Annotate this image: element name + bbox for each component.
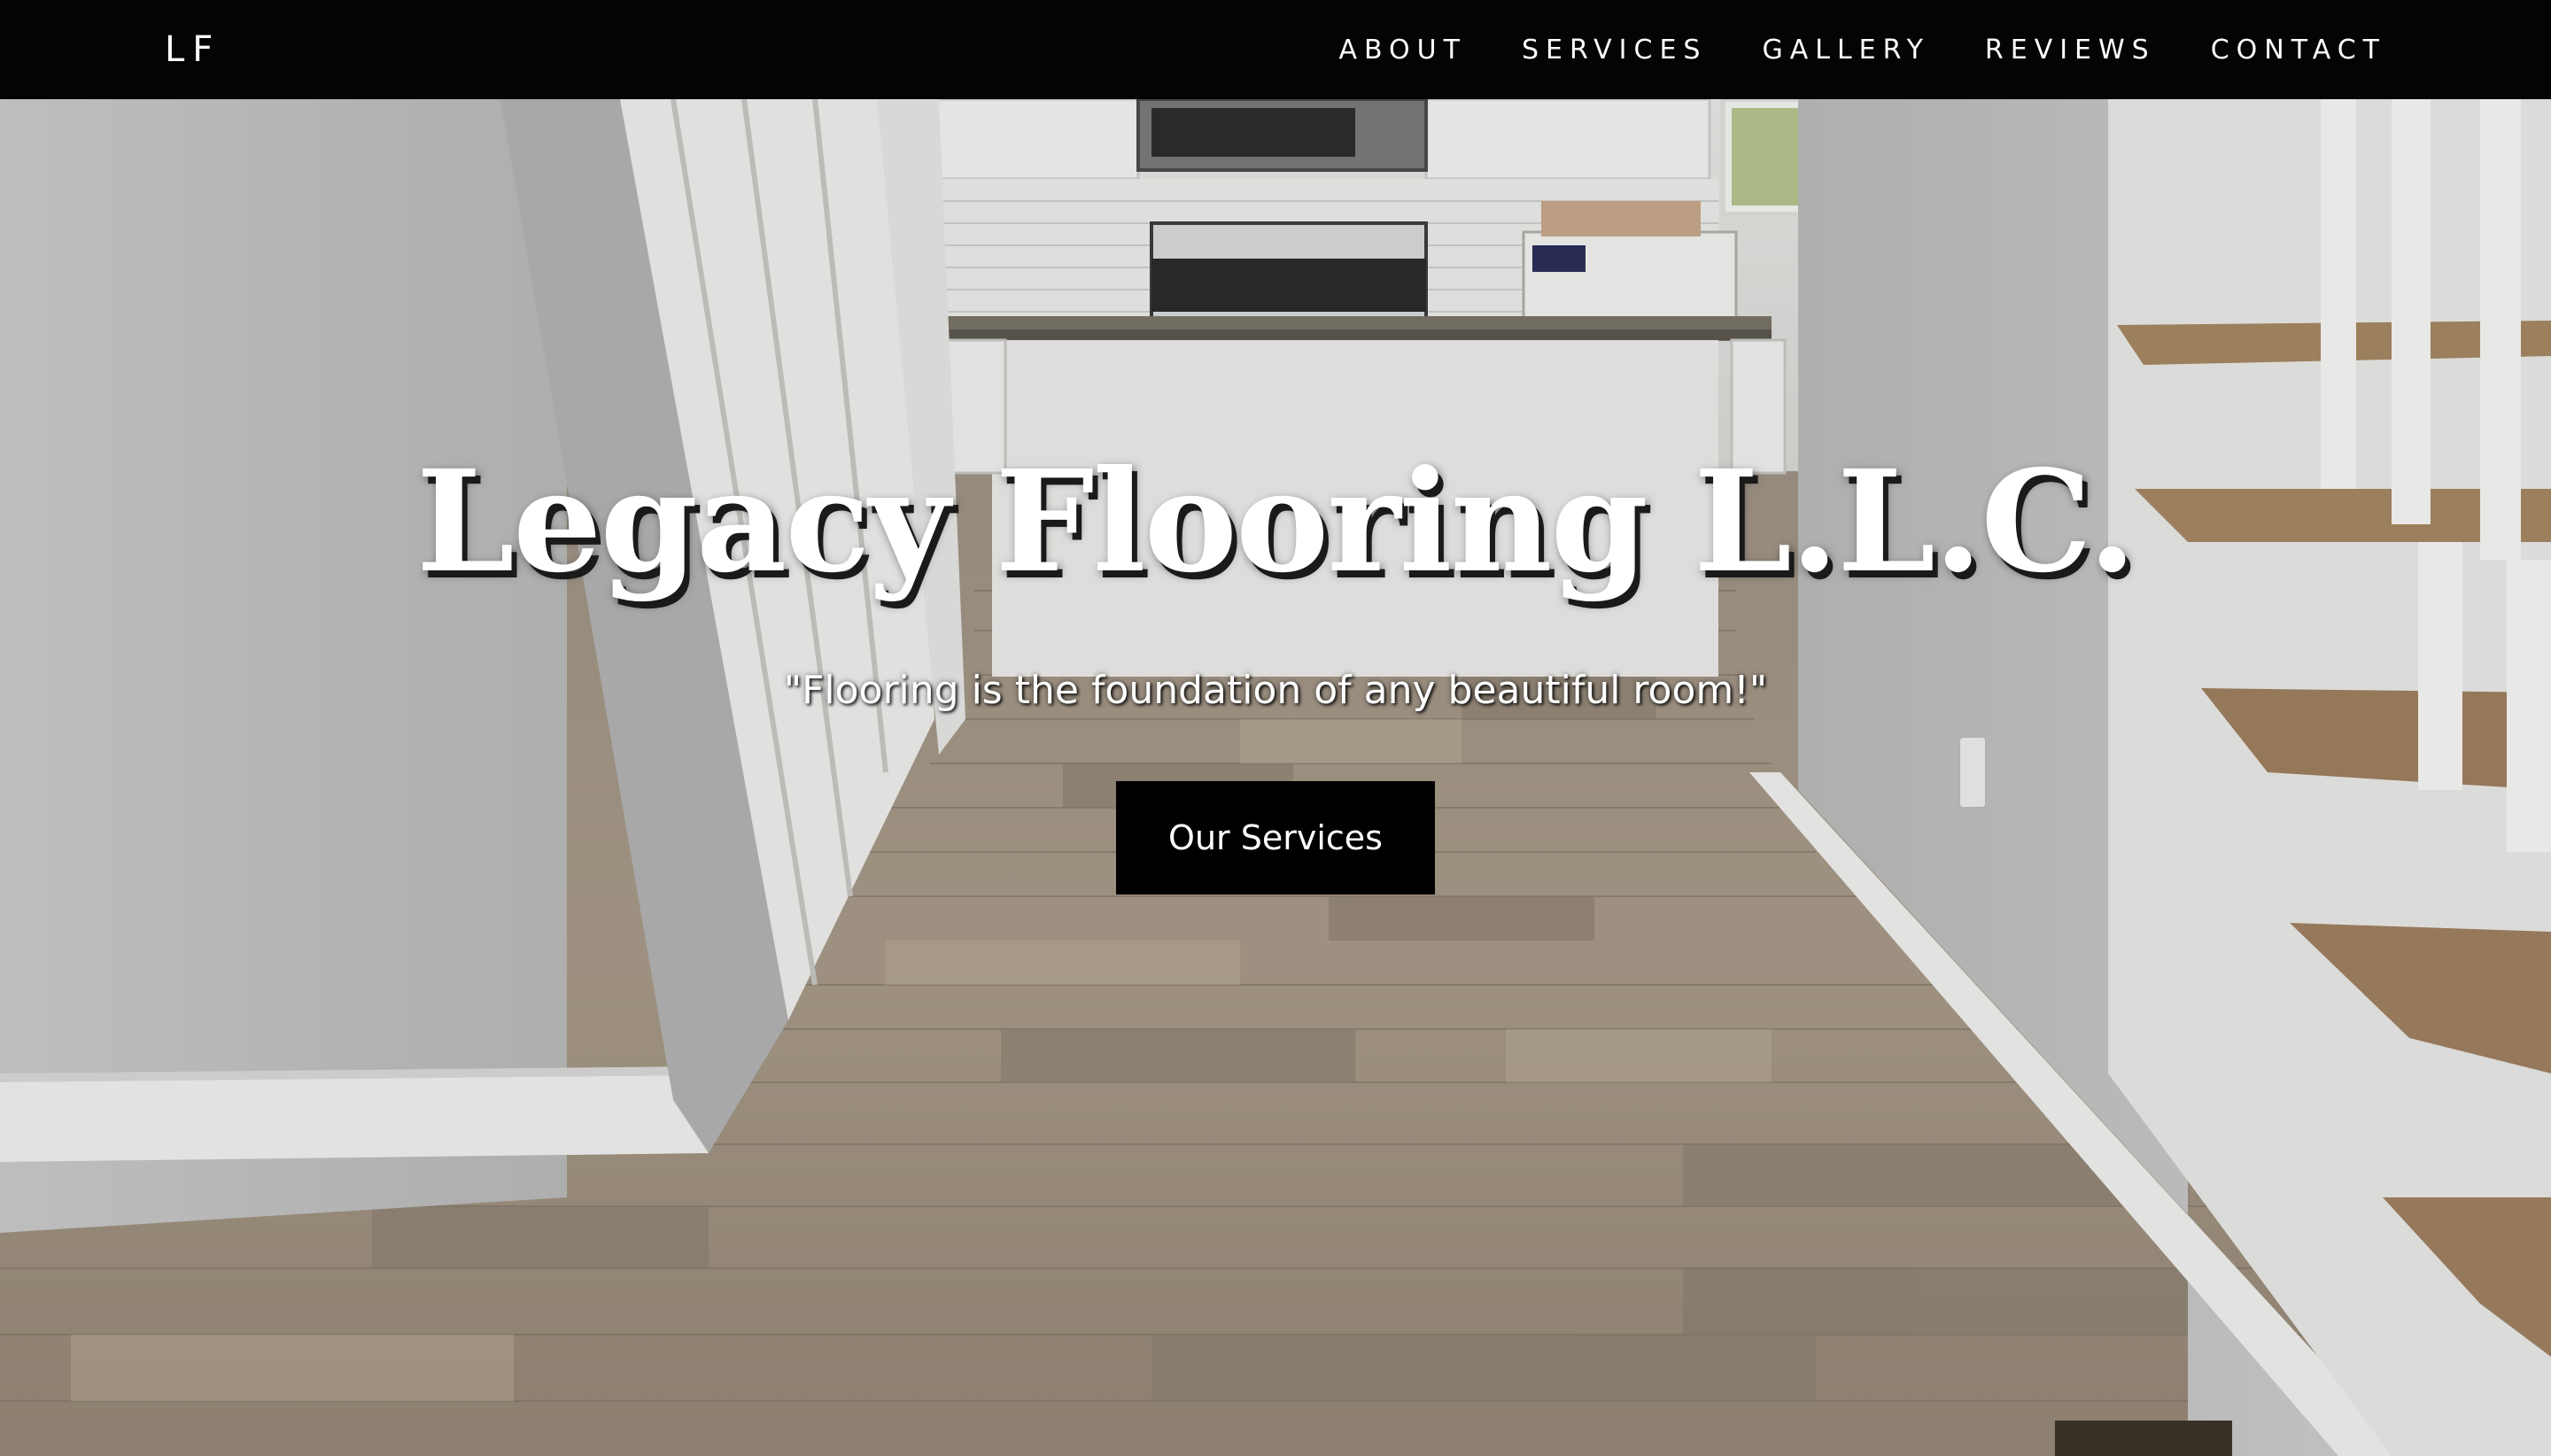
nav-link-services[interactable]: SERVICES [1522, 34, 1708, 67]
nav-link-about[interactable]: ABOUT [1338, 34, 1466, 67]
hero-background-image [0, 99, 2551, 1456]
hero-title: Legacy Flooring L.L.C. [415, 440, 2136, 604]
hero-tagline: "Flooring is the foundation of any beaut… [783, 668, 1768, 713]
main-nav: ABOUT SERVICES GALLERY REVIEWS CONTACT [1283, 34, 2386, 67]
site-logo[interactable]: LF [165, 27, 221, 73]
page: LF ABOUT SERVICES GALLERY REVIEWS CONTAC… [0, 0, 2551, 1456]
top-navbar: LF ABOUT SERVICES GALLERY REVIEWS CONTAC… [0, 0, 2551, 99]
nav-link-gallery[interactable]: GALLERY [1762, 34, 1929, 67]
nav-link-contact[interactable]: CONTACT [2211, 34, 2386, 67]
nav-link-reviews[interactable]: REVIEWS [1985, 34, 2156, 67]
hero-section: Legacy Flooring L.L.C. "Flooring is the … [0, 99, 2551, 1456]
our-services-button[interactable]: Our Services [1116, 781, 1435, 895]
